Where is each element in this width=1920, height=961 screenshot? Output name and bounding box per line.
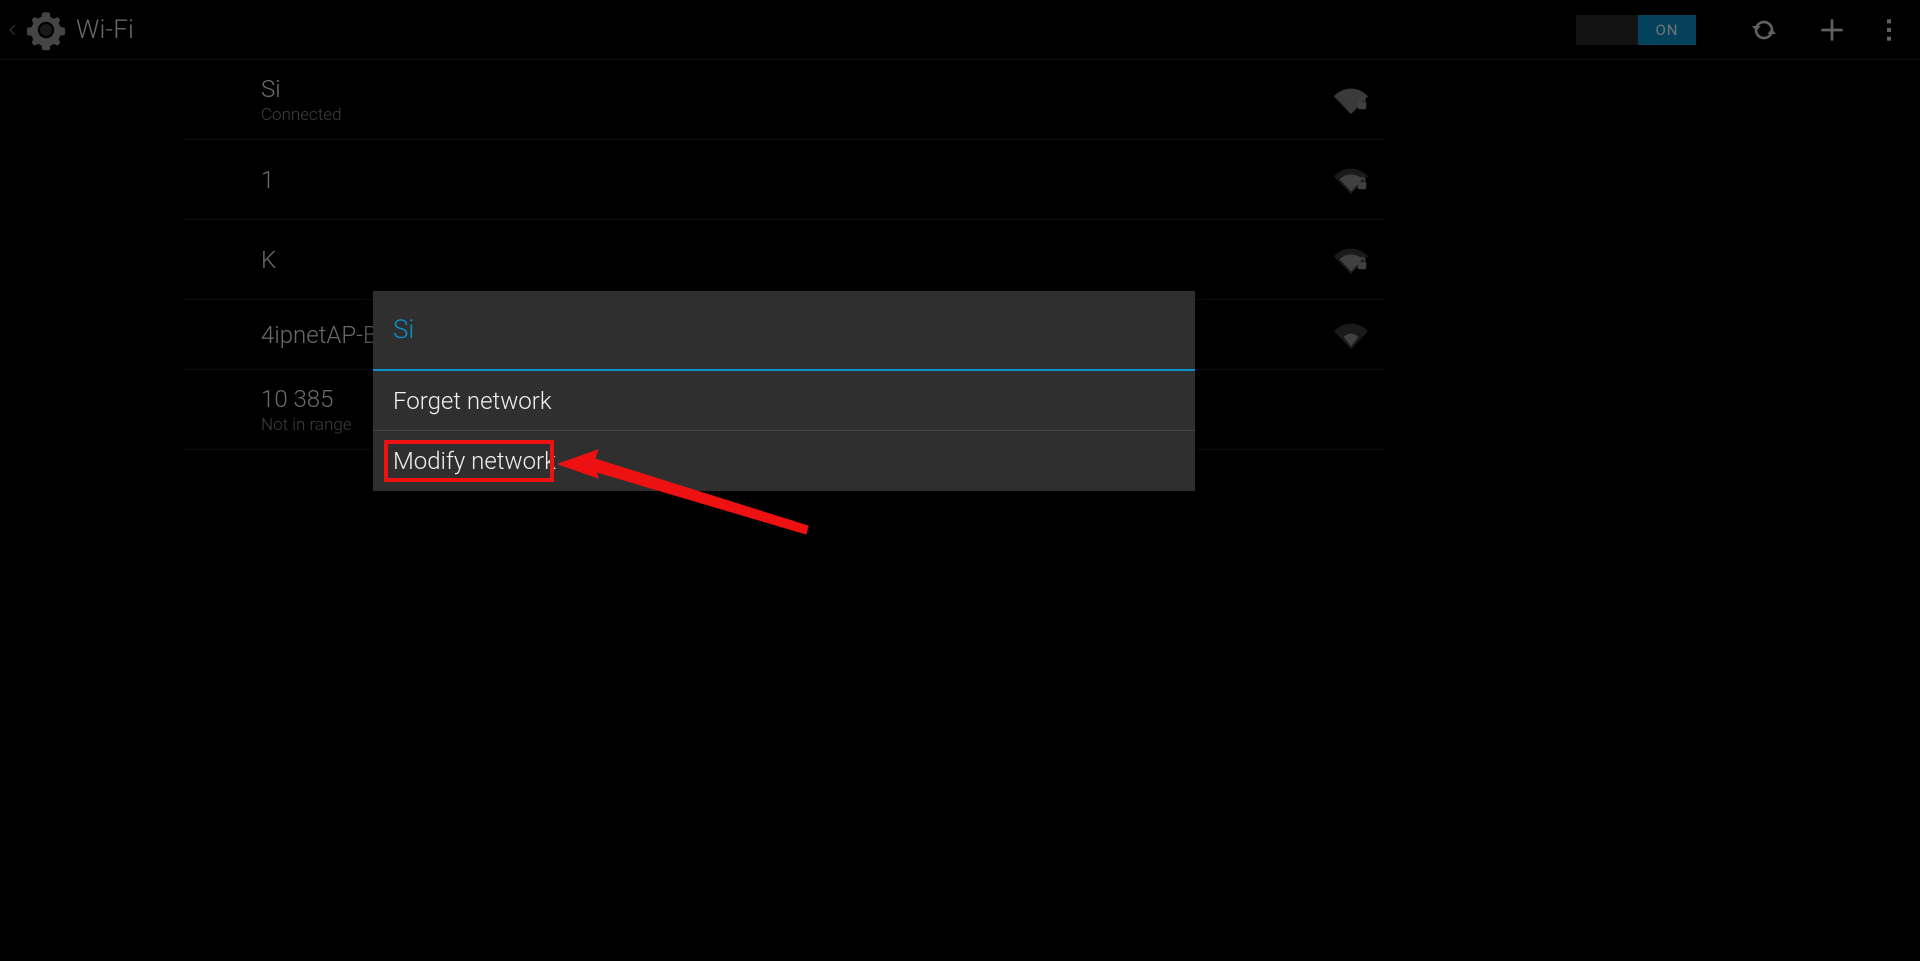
network-context-dialog: Si Forget network Modify network — [373, 291, 1195, 491]
wifi-signal-lock-icon — [1331, 160, 1371, 200]
network-status: Connected — [261, 105, 342, 125]
overflow-menu-icon[interactable] — [1866, 0, 1912, 60]
wifi-signal-icon — [1331, 315, 1371, 355]
wifi-toggle-knob: ON — [1638, 15, 1696, 45]
wifi-signal-lock-icon — [1331, 240, 1371, 280]
dialog-title: Si — [373, 291, 1195, 371]
network-ssid: 10 385 — [261, 385, 352, 413]
network-status: Not in range — [261, 415, 352, 435]
network-row[interactable]: Si Connected — [183, 60, 1385, 140]
network-ssid: K — [261, 246, 276, 274]
back-chevron-icon[interactable] — [4, 0, 22, 60]
refresh-icon[interactable] — [1730, 0, 1798, 60]
network-ssid: 1 — [261, 166, 274, 194]
wifi-signal-lock-icon — [1331, 80, 1371, 120]
add-network-icon[interactable] — [1798, 0, 1866, 60]
network-row[interactable]: K — [183, 220, 1385, 300]
forget-network-option[interactable]: Forget network — [373, 371, 1195, 431]
network-row[interactable]: 1 — [183, 140, 1385, 220]
wifi-toggle[interactable]: ON — [1576, 15, 1696, 45]
action-bar: Wi-Fi ON — [0, 0, 1920, 60]
modify-network-option[interactable]: Modify network — [373, 431, 1195, 491]
settings-gear-icon[interactable] — [22, 6, 70, 54]
page-title: Wi-Fi — [76, 15, 134, 45]
network-ssid: Si — [261, 75, 342, 103]
